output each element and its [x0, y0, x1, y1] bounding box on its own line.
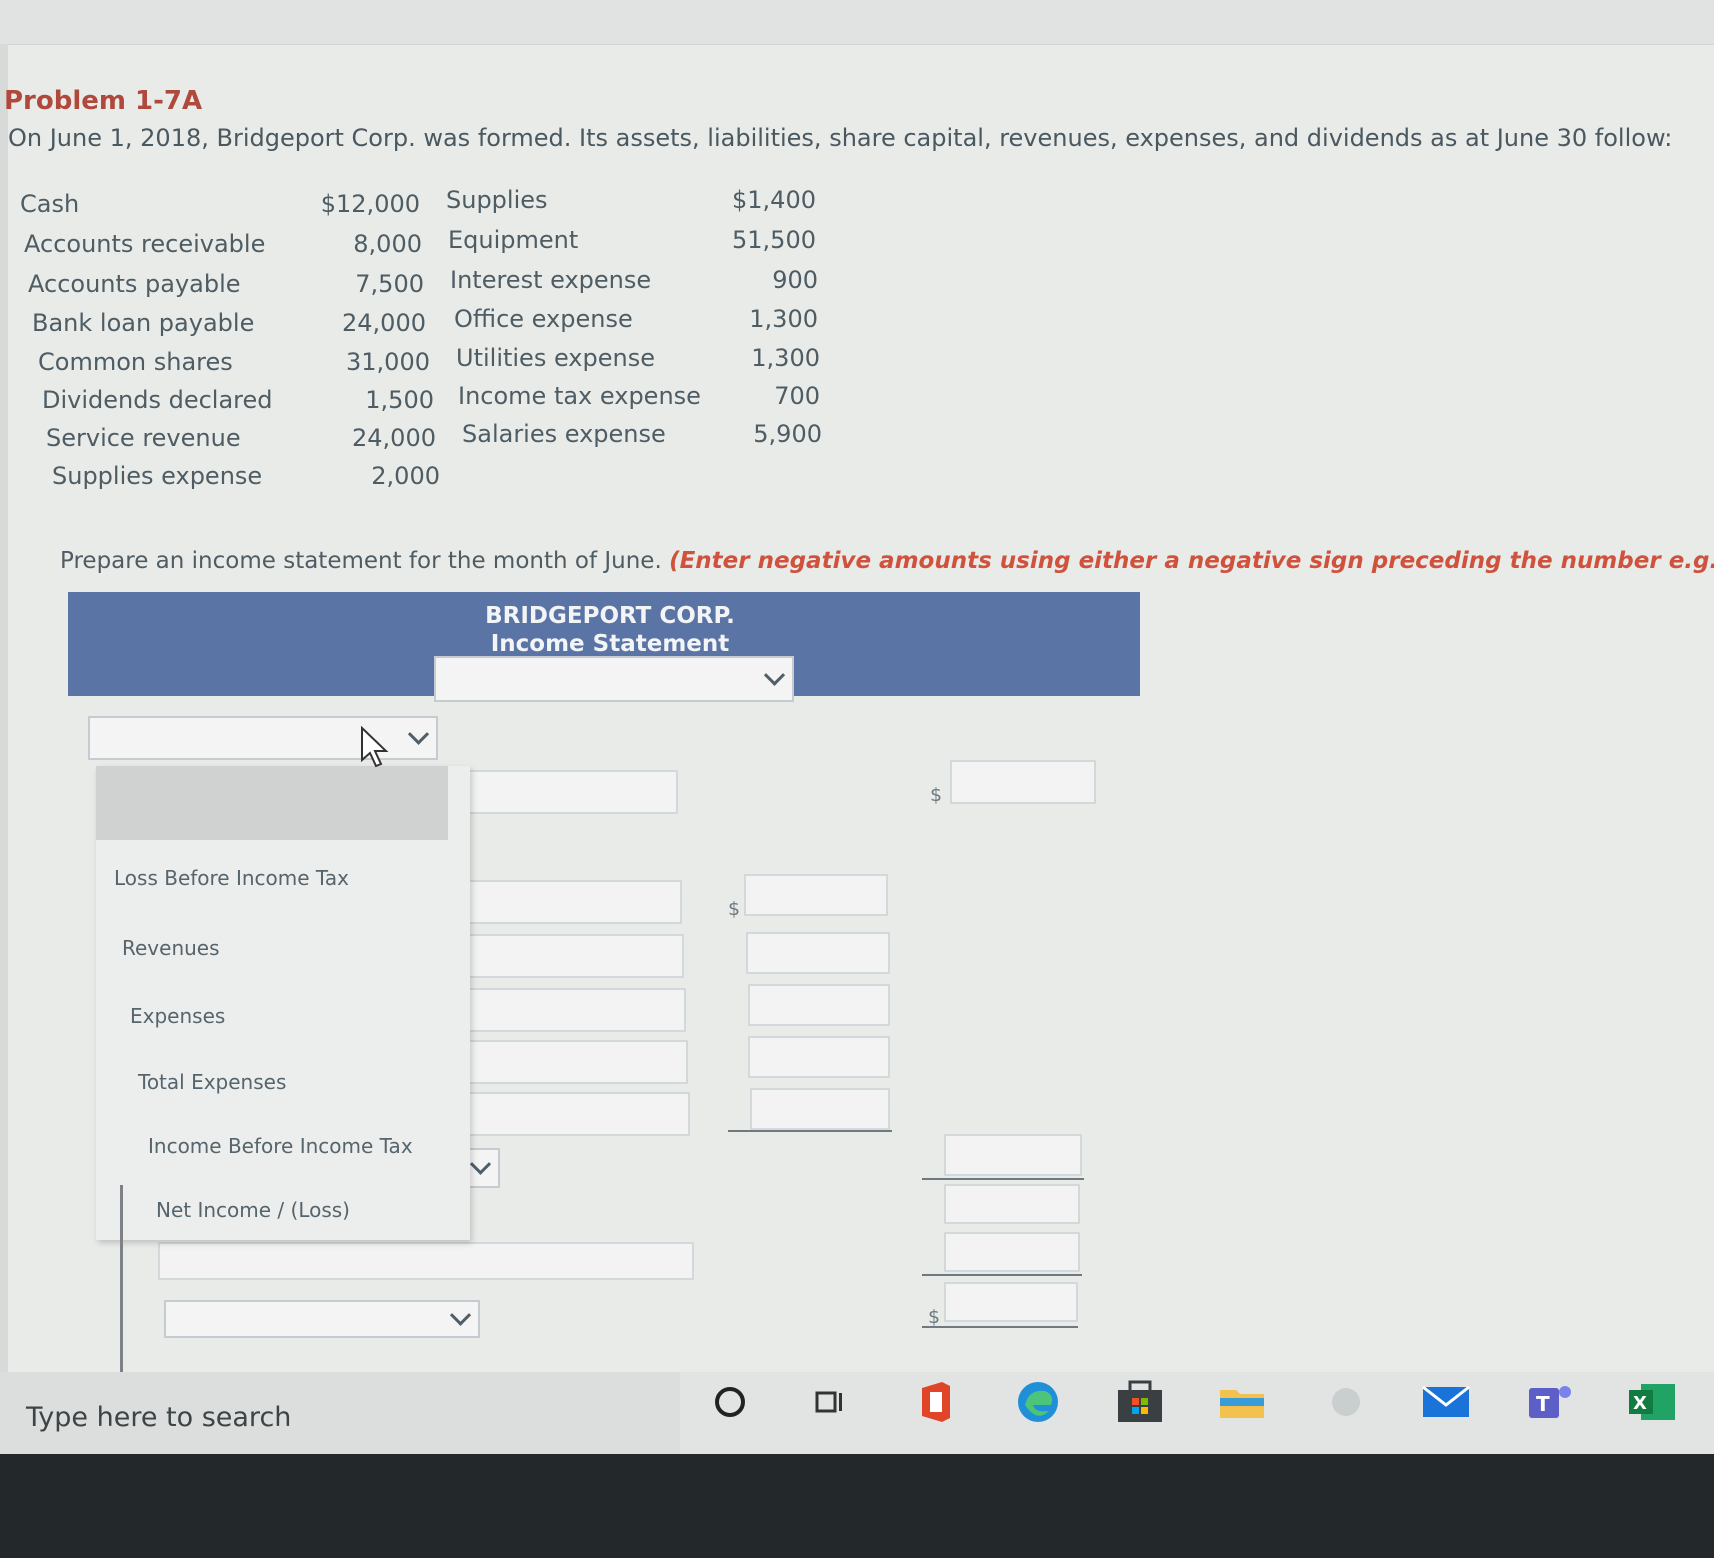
account-name: Salaries expense — [462, 420, 666, 448]
net-income-double-rule — [922, 1326, 1078, 1328]
cortana-icon[interactable] — [704, 1376, 756, 1428]
total-input[interactable] — [944, 1184, 1080, 1224]
net-income-input[interactable] — [944, 1282, 1078, 1322]
store-icon[interactable] — [1114, 1376, 1166, 1428]
account-name: Cash — [20, 190, 80, 218]
office-icon[interactable] — [910, 1376, 962, 1428]
account-value: $12,000 — [320, 190, 420, 218]
teams-icon[interactable]: T — [1524, 1376, 1576, 1428]
account-value: 24,000 — [352, 424, 436, 452]
chevron-down-icon — [469, 1153, 492, 1175]
chevron-down-icon — [763, 664, 786, 686]
file-explorer-icon[interactable] — [1216, 1376, 1268, 1428]
account-value: 51,500 — [732, 226, 816, 254]
mail-icon[interactable] — [1420, 1376, 1472, 1428]
account-value: $1,400 — [732, 186, 816, 214]
account-value: 900 — [772, 266, 818, 294]
task-view-icon[interactable] — [804, 1376, 856, 1428]
account-name: Accounts receivable — [24, 230, 266, 258]
problem-title: Problem 1-7A — [4, 86, 203, 116]
dropdown-blank-option[interactable] — [96, 766, 448, 840]
search-placeholder: Type here to search — [26, 1402, 292, 1433]
instruction-main: Prepare an income statement for the mont… — [60, 548, 662, 574]
monitor-bezel — [0, 1454, 1714, 1558]
account-name: Interest expense — [450, 266, 652, 294]
company-name: BRIDGEPORT CORP. — [485, 603, 735, 629]
svg-text:X: X — [1633, 1393, 1647, 1414]
taskbar-search[interactable]: Type here to search — [0, 1372, 680, 1454]
app-icon[interactable] — [1320, 1376, 1372, 1428]
account-name: Common shares — [38, 348, 233, 376]
amount-input[interactable] — [456, 1040, 688, 1084]
problem-intro: On June 1, 2018, Bridgeport Corp. was fo… — [8, 124, 1673, 152]
amount-input[interactable] — [444, 770, 678, 814]
row-label-dropdown: Loss Before Income Tax Revenues Expenses… — [96, 766, 470, 1240]
mouse-cursor-icon — [361, 726, 389, 768]
amount-input[interactable] — [158, 1242, 694, 1280]
period-select[interactable] — [434, 656, 794, 702]
amount-input[interactable] — [454, 988, 686, 1032]
account-name: Office expense — [454, 305, 633, 333]
expense-amount-input[interactable] — [746, 932, 890, 974]
account-value: 5,900 — [753, 420, 822, 448]
chevron-down-icon — [407, 723, 430, 745]
total-input[interactable] — [944, 1134, 1082, 1176]
dropdown-option[interactable]: Total Expenses — [138, 1070, 286, 1094]
dropdown-option[interactable]: Revenues — [122, 936, 220, 960]
amount-input[interactable] — [452, 934, 684, 978]
dollar-sign: $ — [930, 784, 943, 806]
expense-amount-input[interactable] — [748, 984, 890, 1026]
statement-title: Income Statement — [490, 631, 730, 657]
svg-text:T: T — [1536, 1392, 1550, 1416]
left-border — [0, 44, 8, 1384]
account-name: Utilities expense — [456, 344, 655, 372]
account-value: 1,500 — [365, 386, 434, 414]
account-name: Service revenue — [46, 424, 241, 452]
account-name: Income tax expense — [458, 382, 701, 410]
account-value: 2,000 — [371, 462, 440, 490]
account-value: 1,300 — [751, 344, 820, 372]
instruction-text: Prepare an income statement for the mont… — [60, 548, 1714, 574]
total-rule — [922, 1274, 1082, 1276]
account-name: Bank loan payable — [32, 309, 255, 337]
total-rule — [922, 1178, 1084, 1180]
left-divider — [120, 1185, 123, 1395]
statement-heading: BRIDGEPORT CORP. Income Statement — [440, 602, 780, 658]
amount-input[interactable] — [458, 1092, 690, 1136]
amount-input[interactable] — [450, 880, 682, 924]
account-value: 700 — [774, 382, 820, 410]
expense-amount-input[interactable] — [748, 1036, 890, 1078]
excel-icon[interactable]: X — [1626, 1376, 1678, 1428]
account-value: 31,000 — [346, 348, 430, 376]
account-value: 24,000 — [342, 309, 426, 337]
expense-amount-input[interactable] — [744, 874, 888, 916]
dropdown-option[interactable]: Net Income / (Loss) — [156, 1198, 350, 1222]
account-value: 1,300 — [749, 305, 818, 333]
account-name: Dividends declared — [42, 386, 273, 414]
dollar-sign: $ — [928, 1306, 941, 1328]
edge-icon[interactable] — [1012, 1376, 1064, 1428]
dropdown-option[interactable]: Expenses — [130, 1004, 225, 1028]
account-name: Equipment — [448, 226, 579, 254]
total-input[interactable] — [944, 1232, 1080, 1272]
dropdown-option[interactable]: Loss Before Income Tax — [114, 866, 349, 890]
account-value: 7,500 — [355, 270, 424, 298]
dollar-sign: $ — [728, 898, 741, 920]
instruction-note: (Enter negative amounts using either a n… — [669, 548, 1714, 574]
account-name: Supplies expense — [52, 462, 263, 490]
account-name: Supplies — [446, 186, 548, 214]
expense-amount-input[interactable] — [750, 1088, 890, 1130]
account-name: Accounts payable — [28, 270, 241, 298]
row-label-select[interactable] — [164, 1300, 480, 1338]
total-input[interactable] — [950, 760, 1096, 804]
dropdown-option[interactable]: Income Before Income Tax — [148, 1134, 413, 1158]
chevron-down-icon — [449, 1304, 472, 1326]
account-value: 8,000 — [353, 230, 422, 258]
subtotal-rule — [728, 1130, 892, 1132]
browser-top-strip — [0, 0, 1714, 45]
